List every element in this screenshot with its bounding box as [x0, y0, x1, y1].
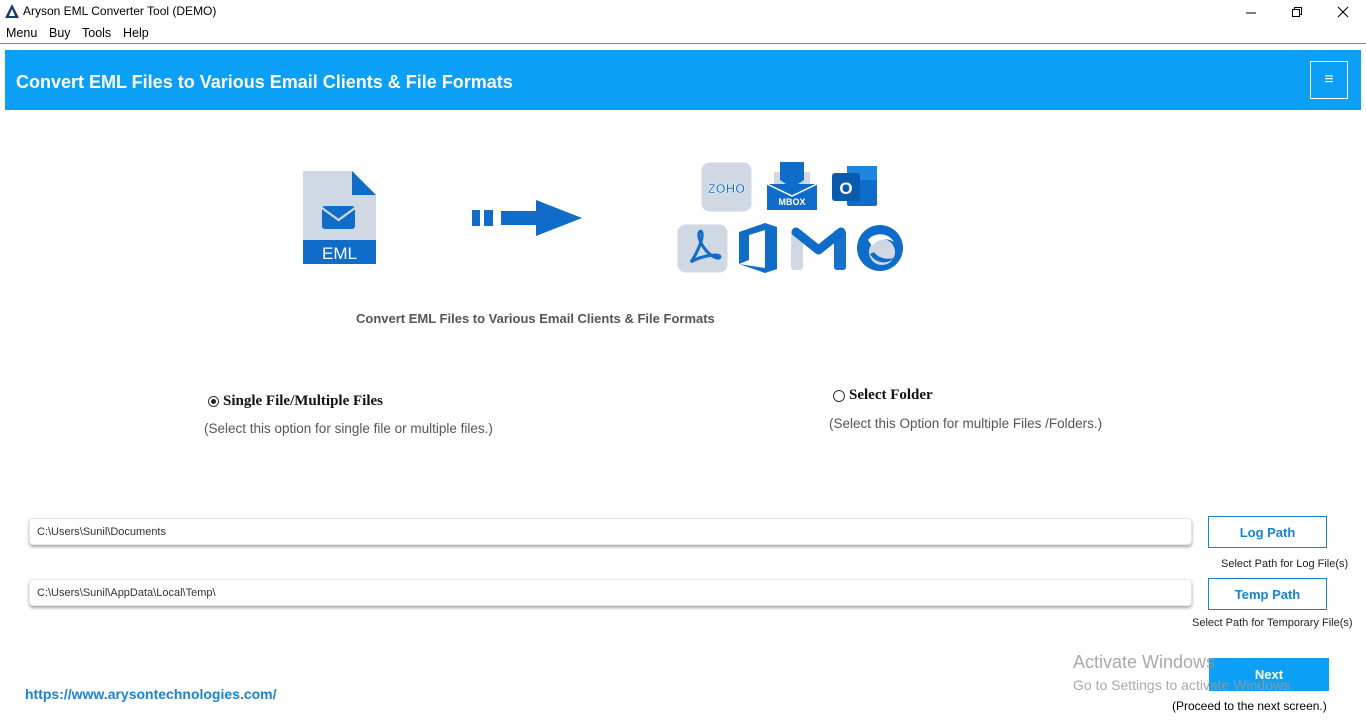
select-folder-label[interactable]: Select Folder	[849, 387, 933, 404]
option-select-folder[interactable]: Select Folder	[833, 387, 933, 404]
close-icon	[1337, 6, 1349, 18]
radio-selected-dot	[211, 399, 216, 404]
activate-windows-watermark: Activate Windows	[1073, 652, 1216, 672]
outlook-label: O	[839, 179, 852, 198]
log-path-button[interactable]: Log Path	[1208, 516, 1327, 548]
app-logo-icon	[5, 4, 19, 18]
arrow-right-icon	[472, 200, 582, 236]
menu-bar: Menu Buy Tools Help	[0, 24, 1366, 44]
menu-item-tools[interactable]: Tools	[82, 26, 111, 40]
thunderbird-icon	[857, 225, 903, 271]
option-single-file[interactable]: Single File/Multiple Files	[208, 393, 383, 410]
banner-title: Convert EML Files to Various Email Clien…	[16, 72, 513, 92]
hamburger-menu-button[interactable]: ≡	[1310, 61, 1348, 99]
hamburger-icon: ≡	[1324, 71, 1334, 88]
log-path-field[interactable]: C:\Users\Sunil\Documents	[29, 518, 1192, 545]
temp-path-hint: Select Path for Temporary File(s)	[1192, 617, 1353, 629]
menu-item-buy[interactable]: Buy	[49, 26, 71, 40]
minimize-button[interactable]	[1228, 0, 1274, 24]
gmail-icon	[791, 227, 846, 270]
zoho-label: ZOHO	[708, 181, 746, 196]
single-file-description: (Select this option for single file or m…	[204, 421, 493, 436]
single-file-radio[interactable]	[208, 396, 219, 407]
close-button[interactable]	[1320, 0, 1366, 24]
eml-file-label: EML	[322, 244, 357, 263]
hero-caption: Convert EML Files to Various Email Clien…	[356, 311, 715, 326]
log-path-hint: Select Path for Log File(s)	[1221, 558, 1349, 570]
menu-item-menu[interactable]: Menu	[6, 26, 37, 40]
temp-path-field[interactable]: C:\Users\Sunil\AppData\Local\Temp\	[29, 579, 1192, 606]
office365-icon	[739, 223, 777, 273]
window-title: Aryson EML Converter Tool (DEMO)	[23, 4, 217, 18]
activate-windows-subtext: Go to Settings to activate Windows.	[1073, 677, 1294, 693]
pdf-icon	[677, 224, 728, 273]
temp-path-button[interactable]: Temp Path	[1208, 578, 1327, 610]
select-folder-radio[interactable]	[833, 389, 845, 402]
minimize-icon	[1245, 12, 1256, 13]
menu-item-help[interactable]: Help	[123, 26, 149, 40]
zoho-icon: ZOHO	[701, 162, 752, 212]
title-bar: Aryson EML Converter Tool (DEMO)	[0, 0, 1366, 24]
outlook-icon: O	[832, 166, 877, 206]
select-folder-description: (Select this Option for multiple Files /…	[829, 416, 1103, 431]
restore-icon	[1291, 6, 1302, 17]
restore-button[interactable]	[1274, 0, 1320, 24]
header-banner: Convert EML Files to Various Email Clien…	[5, 50, 1361, 110]
next-hint: (Proceed to the next screen.)	[1172, 699, 1327, 713]
website-link[interactable]: https://www.arysontechnologies.com/	[25, 686, 277, 702]
eml-file-icon: EML	[303, 171, 376, 264]
mbox-icon: MBOX	[766, 162, 818, 210]
single-file-label[interactable]: Single File/Multiple Files	[223, 393, 383, 410]
mbox-label: MBOX	[779, 197, 806, 207]
